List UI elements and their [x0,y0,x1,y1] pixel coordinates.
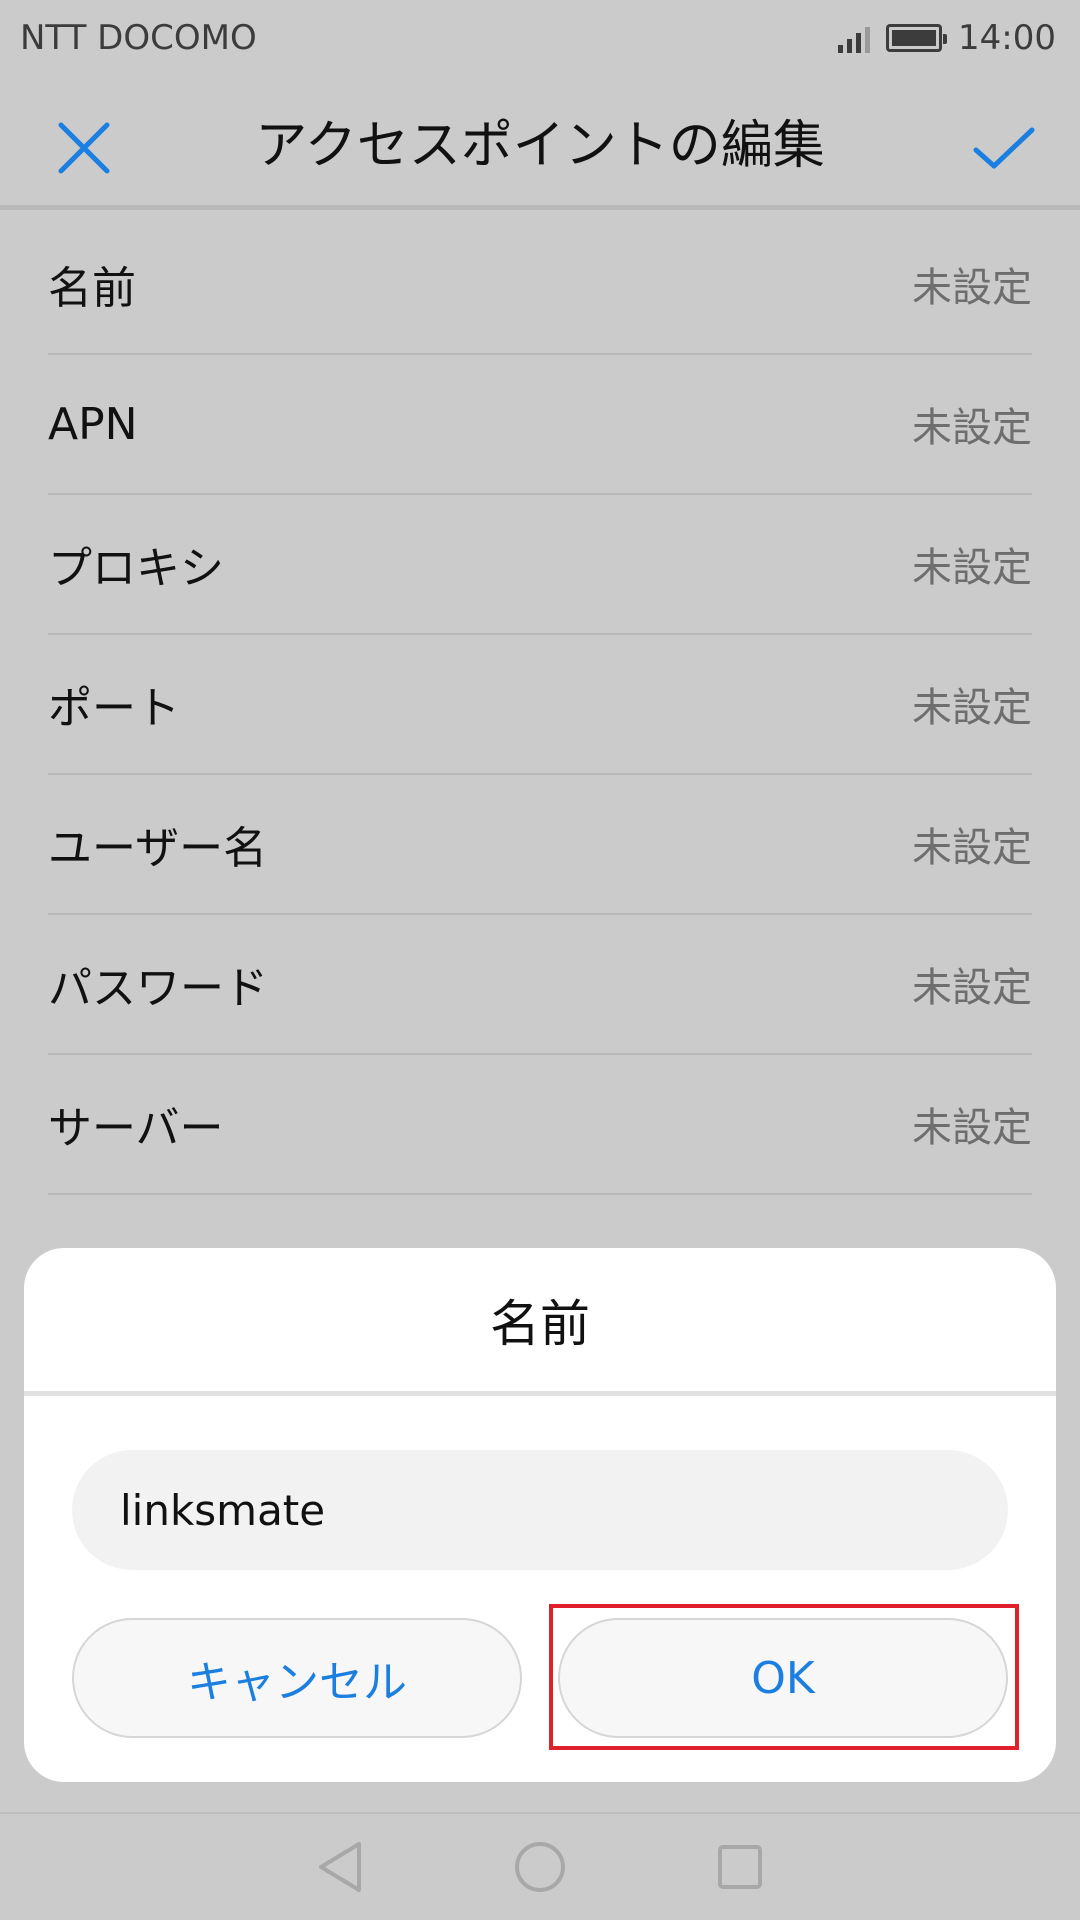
page-title: アクセスポイントの編集 [255,116,825,176]
app-bar: アクセスポイントの編集 [0,76,1080,210]
navigation-bar [0,1812,1080,1920]
name-input-value: linksmate [120,1485,326,1535]
list-item-port[interactable]: ポート 未設定 [48,635,1032,775]
row-value: 未設定 [912,965,1032,1011]
row-value: 未設定 [912,685,1032,731]
row-label: ポート [48,683,180,734]
status-icons: 14:00 [838,18,1056,58]
row-value: 未設定 [912,545,1032,591]
back-button[interactable] [310,1837,370,1897]
row-value: 未設定 [912,265,1032,311]
dialog-header: 名前 [24,1248,1056,1396]
row-value: 未設定 [912,825,1032,871]
signal-icon [838,23,871,53]
clock: 14:00 [958,18,1056,58]
list-item-apn[interactable]: APN 未設定 [48,355,1032,495]
row-value: 未設定 [912,1105,1032,1151]
check-icon [973,127,1035,169]
carrier-name: NTT DOCOMO [20,18,257,58]
confirm-button[interactable] [962,106,1046,190]
home-icon [515,1842,565,1892]
status-bar: NTT DOCOMO 14:00 [0,0,1080,76]
row-label: プロキシ [48,543,224,594]
recents-button[interactable] [710,1837,770,1897]
row-label: ユーザー名 [48,823,268,874]
list-item-server[interactable]: サーバー 未設定 [48,1055,1032,1195]
battery-icon [886,24,948,52]
list-item-password[interactable]: パスワード 未設定 [48,915,1032,1055]
list-item-username[interactable]: ユーザー名 未設定 [48,775,1032,915]
back-icon [319,1842,361,1892]
row-label: サーバー [48,1103,224,1154]
home-button[interactable] [510,1837,570,1897]
dialog-title: 名前 [490,1294,590,1353]
ok-highlight-box [549,1604,1019,1750]
name-input[interactable]: linksmate [72,1450,1008,1570]
close-button[interactable] [42,106,126,190]
row-label: パスワード [48,963,268,1014]
list-item-proxy[interactable]: プロキシ 未設定 [48,495,1032,635]
row-value: 未設定 [912,405,1032,451]
row-label: APN [48,398,138,450]
apn-settings-list: 名前 未設定 APN 未設定 プロキシ 未設定 ポート 未設定 ユーザー名 未設… [48,215,1032,1195]
close-icon [58,122,110,174]
recents-icon [718,1845,762,1889]
row-label: 名前 [48,263,136,314]
list-item-name[interactable]: 名前 未設定 [48,215,1032,355]
cancel-button[interactable]: キャンセル [72,1618,522,1738]
